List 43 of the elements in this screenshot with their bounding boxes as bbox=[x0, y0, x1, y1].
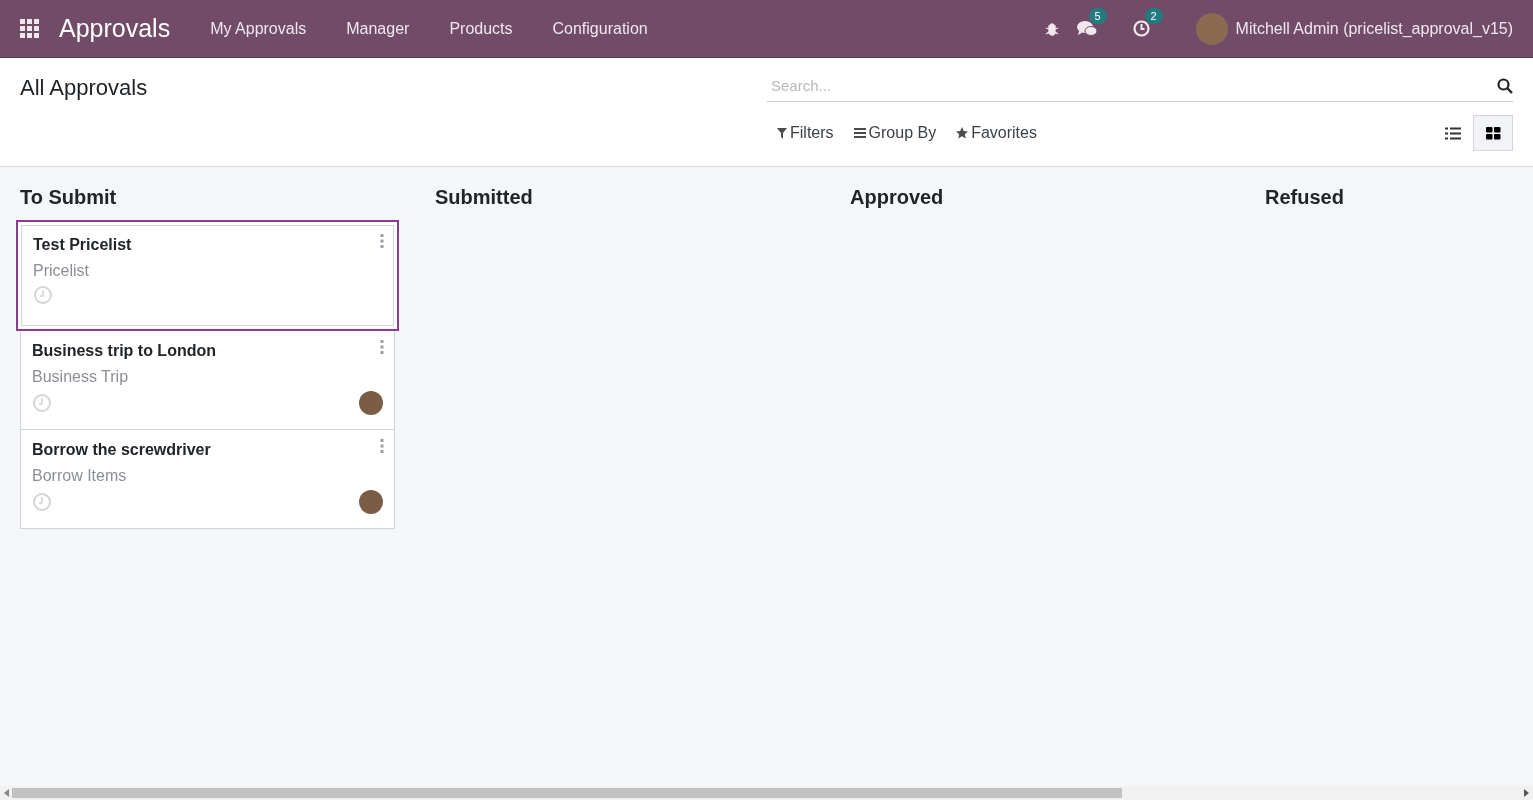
column-title: Submitted bbox=[435, 186, 534, 209]
scrollbar-thumb[interactable] bbox=[12, 788, 1122, 798]
menu-item[interactable]: Configuration bbox=[532, 19, 668, 38]
filter-menu-button[interactable]: Filters bbox=[767, 124, 844, 142]
bug-icon[interactable] bbox=[1044, 21, 1059, 36]
column-title: Approved bbox=[850, 186, 945, 209]
card-category: Business Trip bbox=[32, 368, 130, 386]
app-name[interactable]: Approvals bbox=[59, 14, 171, 43]
horizontal-scrollbar[interactable] bbox=[0, 786, 1533, 800]
activity-count-badge: 2 bbox=[1144, 8, 1163, 24]
column-title: Refused bbox=[1265, 186, 1345, 209]
filter-menu-button[interactable]: Favorites bbox=[946, 124, 1047, 142]
scroll-left-icon[interactable] bbox=[4, 789, 9, 797]
search-field[interactable]: Search... bbox=[769, 76, 1497, 95]
kanban-card[interactable]: Borrow the screwdriver Borrow Items bbox=[20, 429, 395, 529]
star-icon bbox=[956, 127, 969, 139]
vertical-dots-icon[interactable] bbox=[380, 234, 384, 248]
column-title: To Submit bbox=[20, 186, 118, 209]
page-title: All Approvals bbox=[20, 75, 149, 102]
card-category: Borrow Items bbox=[32, 467, 128, 485]
kanban-view-button[interactable] bbox=[1473, 115, 1513, 151]
menu-item[interactable]: My Approvals bbox=[190, 19, 327, 38]
scroll-right-icon[interactable] bbox=[1524, 789, 1529, 797]
chat-icon[interactable] bbox=[1076, 20, 1097, 37]
message-count-badge: 5 bbox=[1088, 8, 1107, 24]
clock-icon[interactable] bbox=[1132, 20, 1150, 37]
vertical-dots-icon[interactable] bbox=[380, 439, 384, 453]
card-title: Test Pricelist bbox=[33, 236, 133, 254]
kanban-card[interactable]: Test Pricelist Pricelist bbox=[16, 220, 399, 331]
vertical-dots-icon[interactable] bbox=[380, 340, 384, 354]
list-icon bbox=[1445, 126, 1461, 140]
user-name[interactable]: Mitchell Admin (pricelist_approval_v15) bbox=[1235, 19, 1513, 38]
card-title: Business trip to London bbox=[32, 342, 217, 360]
filter-menu-button[interactable]: Group By bbox=[843, 124, 947, 142]
filter-icon bbox=[777, 127, 787, 139]
grid-icon bbox=[1485, 126, 1501, 140]
card-category: Pricelist bbox=[33, 262, 90, 280]
menu-item[interactable]: Products bbox=[429, 19, 533, 38]
menu-lines-icon bbox=[853, 128, 866, 138]
menu-item[interactable]: Manager bbox=[326, 19, 430, 38]
card-title: Borrow the screwdriver bbox=[32, 441, 212, 459]
kanban-card[interactable]: Business trip to London Business Trip bbox=[20, 330, 395, 430]
search-icon[interactable] bbox=[1497, 77, 1513, 94]
